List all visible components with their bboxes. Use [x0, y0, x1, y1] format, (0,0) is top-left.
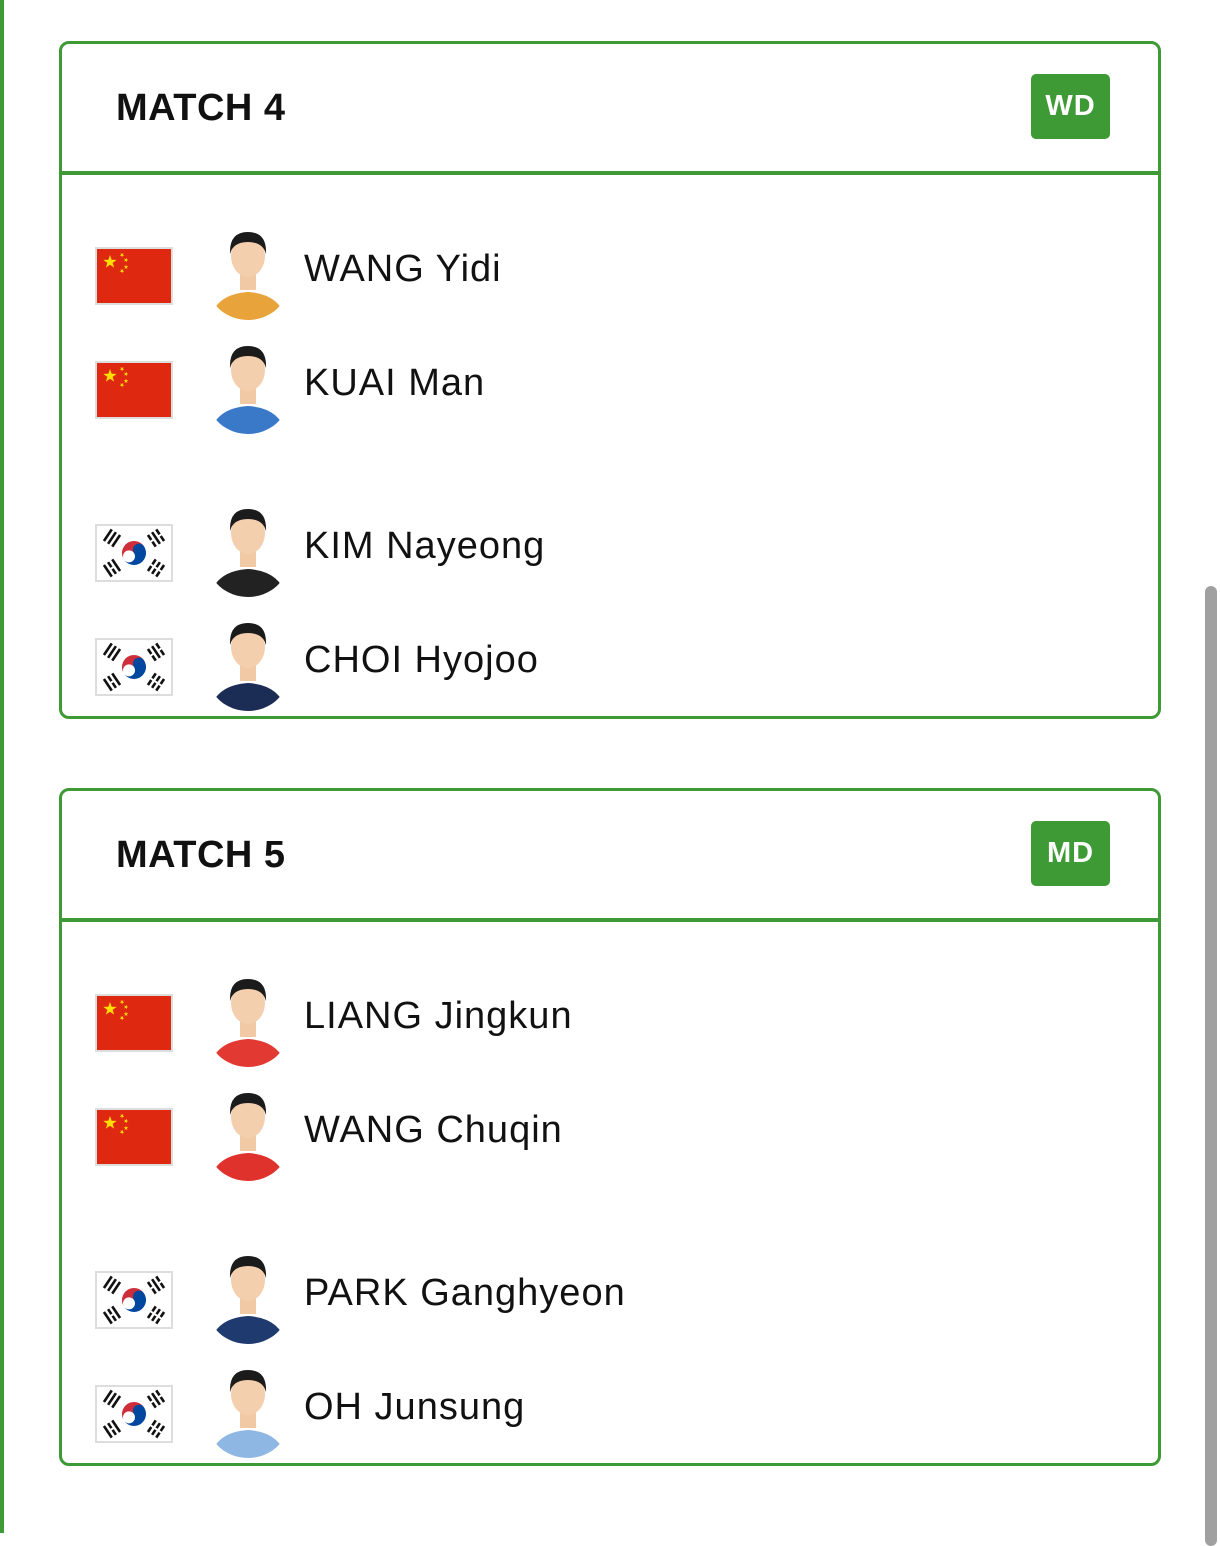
- match-card[interactable]: MATCH 5 MD LIANG Jingkun WANG Chuqin PAR…: [59, 788, 1161, 1466]
- player-row[interactable]: WANG Chuqin: [62, 1083, 1158, 1183]
- player-name[interactable]: CHOI Hyojoo: [304, 638, 539, 682]
- scrollbar-thumb[interactable]: [1205, 586, 1217, 1546]
- match-header: MATCH 4 WD: [62, 44, 1158, 175]
- korea-flag-icon: [95, 1385, 173, 1443]
- china-flag-icon: [95, 361, 173, 419]
- korea-flag-icon: [95, 524, 173, 582]
- player-row[interactable]: CHOI Hyojoo: [62, 613, 1158, 713]
- player-row[interactable]: OH Junsung: [62, 1360, 1158, 1460]
- player-row[interactable]: WANG Yidi: [62, 222, 1158, 322]
- match-title: MATCH 4: [116, 87, 286, 129]
- player-row[interactable]: KIM Nayeong: [62, 499, 1158, 599]
- player-avatar: [205, 1246, 291, 1346]
- match-card[interactable]: MATCH 4 WD WANG Yidi KUAI Man KIM Nayeon…: [59, 41, 1161, 719]
- player-name[interactable]: OH Junsung: [304, 1385, 525, 1429]
- match-header: MATCH 5 MD: [62, 791, 1158, 922]
- player-name[interactable]: KIM Nayeong: [304, 524, 545, 568]
- player-avatar: [205, 222, 291, 322]
- player-name[interactable]: LIANG Jingkun: [304, 994, 573, 1038]
- player-row[interactable]: PARK Ganghyeon: [62, 1246, 1158, 1346]
- player-name[interactable]: WANG Chuqin: [304, 1108, 563, 1152]
- china-flag-icon: [95, 247, 173, 305]
- scrollbar-track[interactable]: [1204, 0, 1220, 1546]
- player-avatar: [205, 1083, 291, 1183]
- player-row[interactable]: LIANG Jingkun: [62, 969, 1158, 1069]
- player-avatar: [205, 499, 291, 599]
- player-avatar: [205, 336, 291, 436]
- player-avatar: [205, 613, 291, 713]
- match-type-badge: MD: [1031, 821, 1110, 886]
- china-flag-icon: [95, 994, 173, 1052]
- match-type-badge: WD: [1031, 74, 1110, 139]
- player-name[interactable]: WANG Yidi: [304, 247, 502, 291]
- player-name[interactable]: PARK Ganghyeon: [304, 1271, 626, 1315]
- match-title: MATCH 5: [116, 834, 286, 876]
- player-row[interactable]: KUAI Man: [62, 336, 1158, 436]
- china-flag-icon: [95, 1108, 173, 1166]
- player-name[interactable]: KUAI Man: [304, 361, 485, 405]
- player-avatar: [205, 1360, 291, 1460]
- player-avatar: [205, 969, 291, 1069]
- korea-flag-icon: [95, 638, 173, 696]
- page-left-border: [0, 0, 4, 1533]
- korea-flag-icon: [95, 1271, 173, 1329]
